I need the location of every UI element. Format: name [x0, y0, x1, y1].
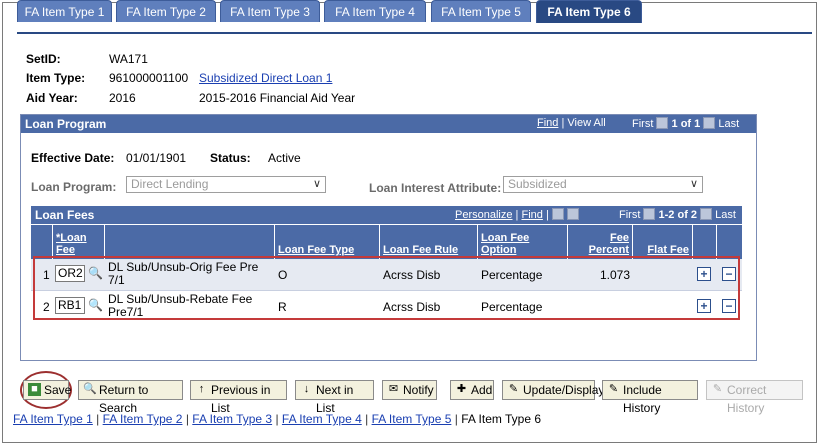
include-history-icon: ✎: [608, 383, 619, 395]
notify-button[interactable]: ✉ Notify: [382, 380, 437, 400]
aid-year-desc: 2015-2016 Financial Aid Year: [199, 91, 356, 105]
nav-separator: |: [561, 117, 565, 129]
bottom-link-fa-item-type-1[interactable]: FA Item Type 1: [13, 412, 93, 426]
personalize-link[interactable]: Personalize: [455, 209, 512, 221]
loan-program-select[interactable]: Direct Lending ∨: [126, 176, 326, 193]
col-loan-fee-option[interactable]: Loan Fee Option: [478, 225, 568, 259]
effective-date-value: 01/01/1901: [126, 151, 187, 165]
add-button[interactable]: ✚ Add: [450, 380, 494, 400]
rows-highlight-box: [33, 256, 740, 320]
col-delete: [717, 225, 742, 259]
prev-arrow-icon[interactable]: [643, 208, 656, 220]
download-grid-icon[interactable]: [566, 208, 579, 220]
bottom-current-fa-item-type-6: FA Item Type 6: [461, 412, 542, 426]
loan-program-select-value: Direct Lending: [131, 177, 209, 191]
loan-interest-attribute-select[interactable]: Subsidized ∨: [503, 176, 703, 193]
loan-program-find-link[interactable]: Find: [537, 117, 558, 129]
tab-fa-item-type-5[interactable]: FA Item Type 5: [431, 0, 531, 22]
tab-fa-item-type-2[interactable]: FA Item Type 2: [116, 0, 216, 22]
view-all-icon[interactable]: [551, 208, 564, 220]
status-value: Active: [268, 151, 301, 165]
notify-icon: ✉: [388, 383, 399, 395]
item-type-link[interactable]: Subsidized Direct Loan 1: [199, 71, 332, 85]
loan-program-nav: Find | View All: [537, 117, 606, 129]
loan-fees-title: Loan Fees: [35, 208, 95, 222]
loan-program-label: Loan Program:: [31, 180, 117, 194]
col-row-number: [31, 225, 53, 259]
item-type-value: 961000001100: [109, 71, 189, 85]
loan-fees-pager: First 1-2 of 2 Last: [619, 208, 736, 221]
loan-interest-select-value: Subsidized: [508, 177, 567, 191]
loan-interest-attribute-label: Loan Interest Attribute:: [369, 181, 502, 195]
tab-fa-item-type-4[interactable]: FA Item Type 4: [324, 0, 426, 22]
setid-label: SetID:: [26, 52, 61, 66]
add-icon: ✚: [456, 383, 467, 395]
next-icon: ↓: [303, 383, 310, 395]
col-loan-fee-type[interactable]: Loan Fee Type: [275, 225, 380, 259]
pager-count: 1 of 1: [671, 118, 701, 130]
loan-fees-nav: Personalize | Find |: [455, 208, 579, 221]
save-button[interactable]: ■ Save: [23, 380, 71, 400]
bottom-tab-links: FA Item Type 1 | FA Item Type 2 | FA Ite…: [13, 412, 542, 426]
loan-program-header: Loan Program Find | View All First 1 of …: [21, 115, 756, 133]
first-label: First: [632, 118, 654, 130]
tab-fa-item-type-1[interactable]: FA Item Type 1: [17, 0, 112, 22]
prev-arrow-icon[interactable]: [656, 117, 669, 129]
item-type-label: Item Type:: [26, 71, 86, 85]
aid-year-value: 2016: [109, 91, 136, 105]
chevron-down-icon: ∨: [312, 178, 321, 190]
bottom-link-fa-item-type-5[interactable]: FA Item Type 5: [372, 412, 452, 426]
tab-underline: [17, 32, 812, 34]
last-label: Last: [715, 209, 736, 221]
chevron-down-icon: ∨: [689, 178, 698, 190]
loan-fees-header: Loan Fees Personalize | Find | First 1-2…: [31, 206, 742, 224]
pager-count: 1-2 of 2: [658, 209, 698, 221]
next-arrow-icon[interactable]: [703, 117, 716, 129]
previous-in-list-button[interactable]: ↑ Previous in List: [190, 380, 287, 415]
search-icon: 🔍: [83, 383, 97, 395]
aid-year-label: Aid Year:: [26, 91, 78, 105]
tab-fa-item-type-3[interactable]: FA Item Type 3: [220, 0, 320, 22]
bottom-link-fa-item-type-4[interactable]: FA Item Type 4: [282, 412, 362, 426]
loan-fees-find-link[interactable]: Find: [521, 209, 542, 221]
col-description: [105, 225, 275, 259]
col-add: [693, 225, 717, 259]
update-display-button[interactable]: ✎ Update/Display: [502, 380, 604, 400]
nav-separator: |: [515, 209, 519, 221]
next-in-list-button[interactable]: ↓ Next in List: [295, 380, 374, 415]
previous-icon: ↑: [198, 383, 205, 395]
nav-separator: |: [545, 209, 549, 221]
last-label: Last: [718, 118, 740, 130]
col-flat-fee[interactable]: Flat Fee: [633, 225, 693, 259]
col-loan-fee[interactable]: *Loan Fee: [53, 225, 105, 259]
setid-value: WA171: [109, 52, 148, 66]
effective-date-label: Effective Date:: [31, 151, 115, 165]
return-to-search-button[interactable]: 🔍 Return to Search: [78, 380, 183, 415]
correct-history-icon: ✎: [712, 383, 723, 395]
tab-fa-item-type-6[interactable]: FA Item Type 6: [536, 0, 642, 23]
save-icon: ■: [28, 383, 41, 396]
update-display-icon: ✎: [508, 383, 519, 395]
loan-program-pager: First 1 of 1 Last: [632, 117, 739, 130]
col-loan-fee-rule[interactable]: Loan Fee Rule: [380, 225, 478, 259]
first-label: First: [619, 209, 641, 221]
status-label: Status:: [210, 151, 251, 165]
next-arrow-icon[interactable]: [700, 208, 713, 220]
col-fee-percent[interactable]: Fee Percent: [568, 225, 633, 259]
bottom-link-fa-item-type-2[interactable]: FA Item Type 2: [103, 412, 183, 426]
loan-program-title: Loan Program: [25, 117, 107, 131]
include-history-button[interactable]: ✎ Include History: [602, 380, 698, 415]
correct-history-button: ✎ Correct History: [706, 380, 803, 415]
bottom-link-fa-item-type-3[interactable]: FA Item Type 3: [192, 412, 272, 426]
view-all-link[interactable]: View All: [567, 117, 605, 129]
